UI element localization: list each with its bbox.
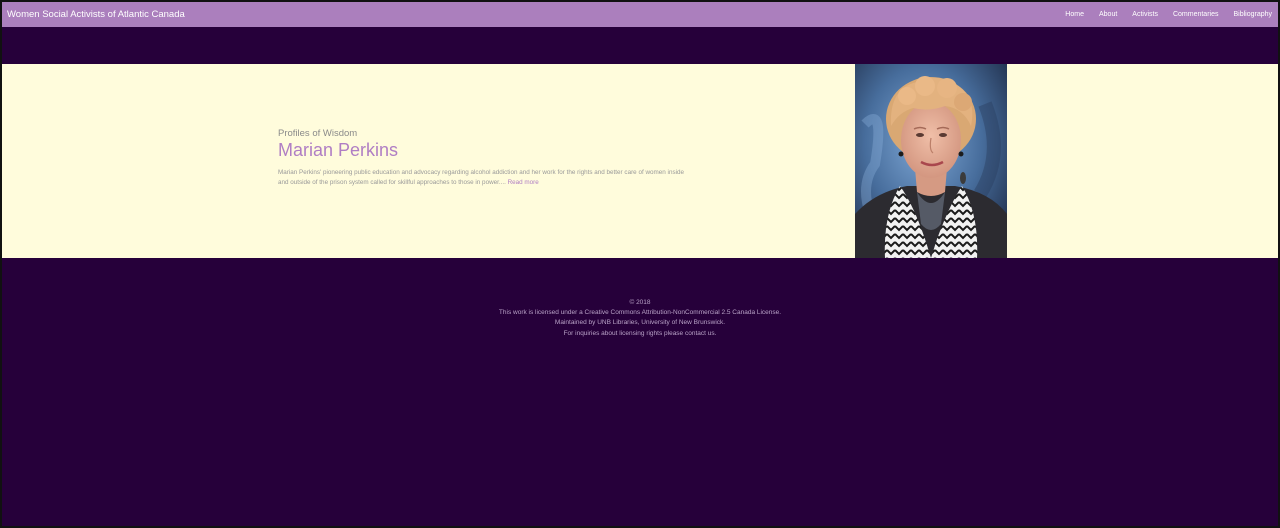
- featured-profile-hero: Profiles of Wisdom Marian Perkins Marian…: [2, 64, 1278, 258]
- site-brand-link[interactable]: Women Social Activists of Atlantic Canad…: [7, 9, 185, 20]
- portrait-illustration: [855, 64, 1007, 258]
- profile-portrait-image: [855, 64, 1007, 258]
- featured-profile-text: Profiles of Wisdom Marian Perkins Marian…: [278, 128, 684, 188]
- top-navbar: Women Social Activists of Atlantic Canad…: [2, 2, 1278, 27]
- main-nav: Home About Activists Commentaries Biblio…: [1065, 11, 1272, 18]
- profile-summary-text: Marian Perkins' pioneering public educat…: [278, 169, 684, 186]
- nav-activists-link[interactable]: Activists: [1132, 11, 1158, 18]
- profile-category-label: Profiles of Wisdom: [278, 128, 358, 139]
- read-more-link[interactable]: Read more: [508, 179, 539, 186]
- site-footer: © 2018 This work is licensed under a Cre…: [2, 298, 1278, 339]
- nav-commentaries-link[interactable]: Commentaries: [1173, 11, 1219, 18]
- profile-summary: Marian Perkins' pioneering public educat…: [278, 168, 684, 188]
- nav-bibliography-link[interactable]: Bibliography: [1233, 11, 1272, 18]
- footer-license-link[interactable]: This work is licensed under a Creative C…: [2, 308, 1278, 318]
- page-frame: Women Social Activists of Atlantic Canad…: [0, 0, 1280, 528]
- profile-title[interactable]: Marian Perkins: [278, 140, 684, 161]
- footer-maintained-by: Maintained by UNB Libraries, University …: [554, 319, 726, 327]
- nav-about-link[interactable]: About: [1099, 11, 1117, 18]
- footer-copyright: © 2018: [629, 299, 651, 306]
- nav-home-link[interactable]: Home: [1065, 11, 1084, 18]
- footer-inquiries[interactable]: For inquiries about licensing rights ple…: [2, 329, 1278, 339]
